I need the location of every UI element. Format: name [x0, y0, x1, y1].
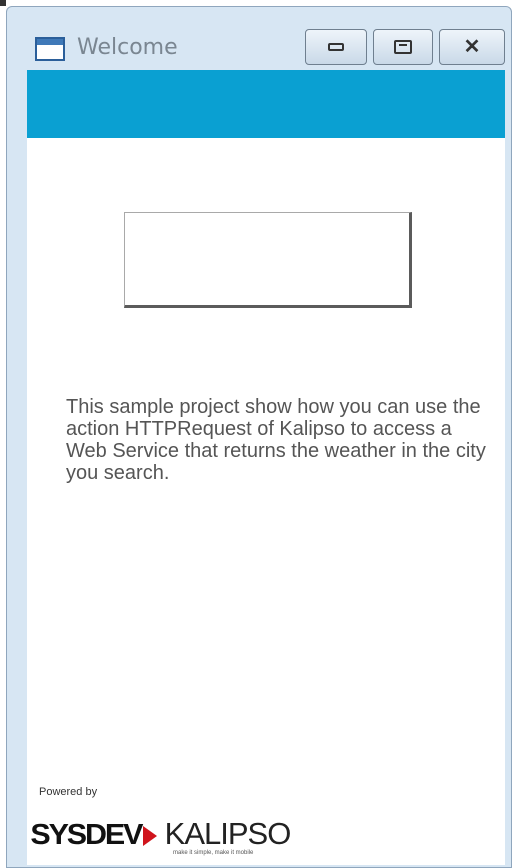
- close-icon: ✕: [463, 36, 481, 58]
- window-app-icon: [35, 37, 65, 61]
- logo-tagline: make it simple, make it mobile: [173, 850, 254, 856]
- sysdev-logo-text: SYSDEV: [30, 819, 143, 851]
- sysdev-arrow-icon: [142, 826, 157, 846]
- header-banner: [27, 70, 505, 138]
- minimize-icon: [328, 43, 344, 51]
- minimize-button[interactable]: [305, 29, 367, 65]
- kalipso-logo-text: KALIPSO: [164, 816, 292, 851]
- close-button[interactable]: ✕: [439, 29, 505, 65]
- main-action-button[interactable]: [124, 212, 412, 308]
- maximize-icon: [394, 40, 412, 54]
- window-content: This sample project show how you can use…: [27, 70, 505, 865]
- powered-by-label: Powered by: [39, 786, 98, 798]
- description-text: This sample project show how you can use…: [66, 396, 486, 484]
- maximize-button[interactable]: [373, 29, 433, 65]
- title-bar[interactable]: Welcome ✕: [7, 7, 511, 69]
- sysdev-kalipso-logo: SYSDEV KALIPSO make it simple, make it m…: [30, 806, 292, 856]
- app-window: Welcome ✕ This sample project show how y…: [6, 6, 512, 868]
- window-title: Welcome: [77, 35, 178, 60]
